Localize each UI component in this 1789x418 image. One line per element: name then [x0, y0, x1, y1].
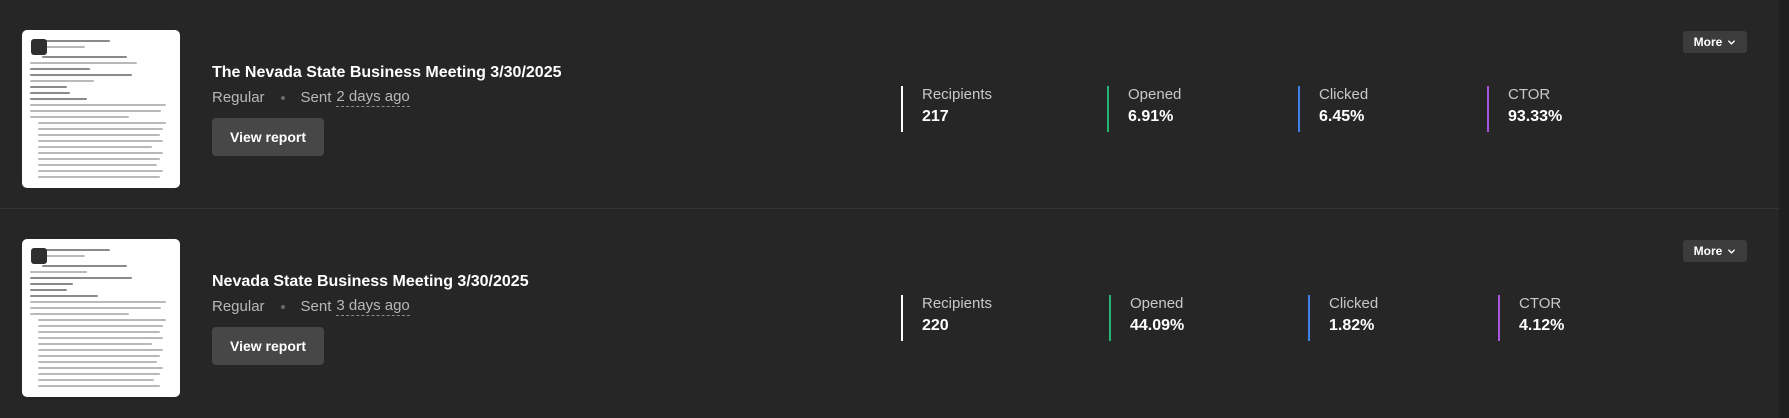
view-report-button[interactable]: View report: [212, 327, 324, 365]
stat-value: 1.82%: [1329, 317, 1375, 334]
stat-label: Clicked: [1329, 295, 1379, 312]
campaign-meta: Regular Sent 2 days ago: [212, 88, 410, 107]
campaign-title[interactable]: Nevada State Business Meeting 3/30/2025: [212, 273, 529, 291]
scrollbar-track[interactable]: [1779, 0, 1789, 418]
stat-recipients: Recipients 220: [901, 295, 992, 341]
stat-clicked: Clicked 1.82%: [1308, 295, 1378, 341]
sent-timestamp[interactable]: 2 days ago: [336, 88, 410, 107]
campaign-list: The Nevada State Business Meeting 3/30/2…: [0, 0, 1789, 418]
more-label: More: [1693, 35, 1723, 49]
stat-label: CTOR: [1519, 295, 1562, 312]
stat-value: 4.12%: [1519, 317, 1565, 334]
more-label: More: [1693, 244, 1723, 258]
logo-icon: [31, 248, 47, 264]
campaign-type: Regular: [212, 298, 265, 315]
stat-ctor: CTOR 4.12%: [1498, 295, 1564, 341]
stat-label: Opened: [1130, 295, 1184, 312]
logo-icon: [31, 39, 47, 55]
view-report-button[interactable]: View report: [212, 118, 324, 156]
stat-value: 6.45%: [1319, 108, 1365, 125]
chevron-down-icon: [1728, 39, 1736, 45]
stat-label: CTOR: [1508, 86, 1551, 103]
email-preview-thumbnail[interactable]: [22, 30, 180, 188]
more-button[interactable]: More: [1683, 240, 1747, 262]
campaign-row: The Nevada State Business Meeting 3/30/2…: [0, 0, 1779, 209]
email-preview-thumbnail[interactable]: [22, 239, 180, 397]
campaign-meta: Regular Sent 3 days ago: [212, 297, 410, 316]
stat-value: 93.33%: [1508, 108, 1563, 125]
separator-dot: [280, 304, 285, 309]
stat-label: Opened: [1128, 86, 1182, 103]
sent-label: Sent: [300, 89, 332, 106]
stat-value: 44.09%: [1130, 317, 1185, 334]
campaign-type: Regular: [212, 89, 265, 106]
separator-dot: [280, 95, 285, 100]
stat-label: Recipients: [922, 295, 993, 312]
sent-timestamp[interactable]: 3 days ago: [336, 297, 410, 316]
campaign-title[interactable]: The Nevada State Business Meeting 3/30/2…: [212, 64, 561, 82]
stat-label: Clicked: [1319, 86, 1369, 103]
stat-opened: Opened 44.09%: [1109, 295, 1184, 341]
stat-value: 220: [922, 317, 949, 334]
stat-value: 217: [922, 108, 949, 125]
sent-label: Sent: [300, 298, 332, 315]
stat-value: 6.91%: [1128, 108, 1174, 125]
stat-ctor: CTOR 93.33%: [1487, 86, 1562, 132]
more-button[interactable]: More: [1683, 31, 1747, 53]
stat-recipients: Recipients 217: [901, 86, 992, 132]
stat-opened: Opened 6.91%: [1107, 86, 1181, 132]
campaign-row: Nevada State Business Meeting 3/30/2025 …: [0, 209, 1779, 418]
stat-clicked: Clicked 6.45%: [1298, 86, 1368, 132]
stat-label: Recipients: [922, 86, 993, 103]
chevron-down-icon: [1728, 248, 1736, 254]
